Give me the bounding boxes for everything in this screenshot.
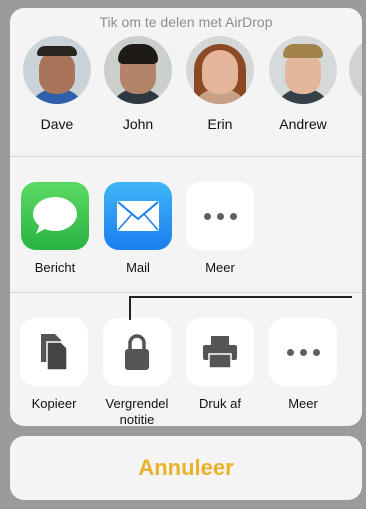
callout-line — [129, 296, 352, 298]
airdrop-person-andrew[interactable]: Andrew — [266, 36, 340, 132]
airdrop-person-john[interactable]: John — [101, 36, 175, 132]
action-vergrendel-notitie[interactable]: Vergrendel notitie — [97, 318, 177, 426]
airdrop-person-partial[interactable] — [346, 36, 362, 104]
app-label: Mail — [126, 260, 150, 275]
printer-icon — [186, 318, 254, 386]
action-label: Druk af — [199, 396, 241, 411]
divider — [10, 156, 362, 157]
person-name: Dave — [40, 116, 74, 132]
avatar — [23, 36, 91, 104]
app-bericht[interactable]: Bericht — [16, 182, 94, 276]
person-name: Erin — [207, 116, 233, 132]
action-druk-af[interactable]: Druk af — [180, 318, 260, 412]
envelope-icon — [104, 182, 172, 250]
speech-bubble-icon — [21, 182, 89, 250]
avatar — [349, 36, 362, 104]
callout-line — [129, 296, 131, 320]
airdrop-person-dave[interactable]: Dave — [20, 36, 94, 132]
share-sheet: Tik om te delen met AirDrop Dave John Er… — [10, 8, 362, 426]
action-label: Meer — [288, 396, 318, 411]
copy-icon — [20, 318, 88, 386]
more-dots-icon — [186, 182, 254, 250]
action-meer[interactable]: Meer — [263, 318, 343, 412]
app-label: Meer — [205, 260, 235, 275]
airdrop-person-erin[interactable]: Erin — [183, 36, 257, 132]
person-name: Andrew — [279, 116, 327, 132]
action-kopieer[interactable]: Kopieer — [14, 318, 94, 412]
divider — [10, 292, 362, 293]
cancel-button[interactable]: Annuleer — [10, 436, 362, 500]
lock-icon — [103, 318, 171, 386]
airdrop-title: Tik om te delen met AirDrop — [99, 14, 273, 30]
app-meer[interactable]: Meer — [181, 182, 259, 276]
more-dots-icon — [269, 318, 337, 386]
avatar — [186, 36, 254, 104]
avatar — [104, 36, 172, 104]
action-label: Kopieer — [31, 396, 77, 411]
action-label: Vergrendel notitie — [105, 396, 169, 426]
avatar — [269, 36, 337, 104]
app-label: Bericht — [34, 260, 76, 275]
person-name: John — [122, 116, 154, 132]
cancel-label: Annuleer — [138, 455, 234, 480]
app-mail[interactable]: Mail — [99, 182, 177, 276]
